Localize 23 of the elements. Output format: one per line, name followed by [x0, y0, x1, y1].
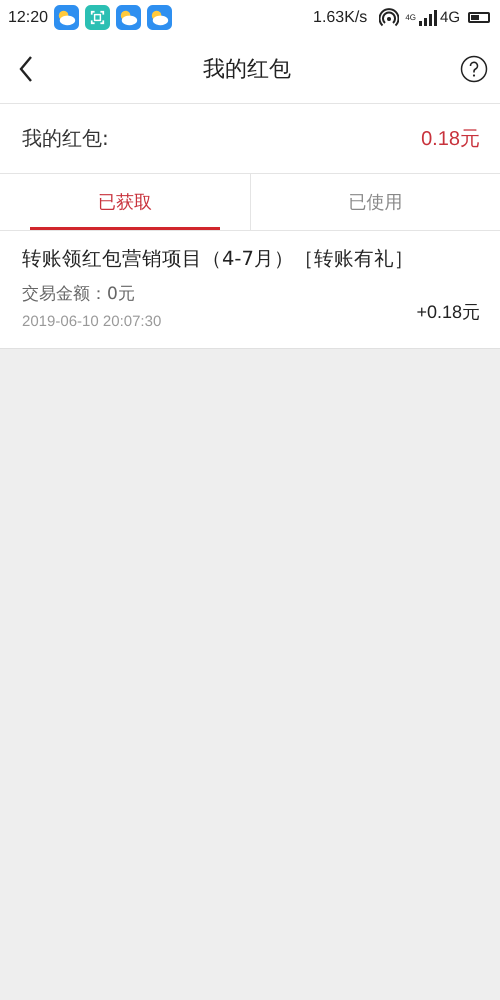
record-card[interactable]: 转账领红包营销项目（4-7月）［转账有礼］ 交易金额：0元 2019-06-10 20:07:30 +0.18元: [0, 231, 500, 349]
balance-label: 我的红包:: [22, 125, 109, 152]
record-time: 2019-06-10 20:07:30: [22, 313, 162, 330]
weather-app-icon: [54, 5, 80, 30]
transaction-amount: 交易金额：0元: [22, 283, 136, 305]
tab[interactable]: 已获取: [30, 174, 220, 230]
help-icon[interactable]: [460, 55, 488, 83]
record-title: 转账领红包营销项目（4-7月）［转账有礼］: [22, 246, 415, 272]
page-title: 我的红包: [203, 56, 291, 84]
status-time: 12:20: [8, 8, 48, 26]
balance-amount: 0.18元: [421, 127, 480, 152]
record-amount: +0.18元: [416, 301, 480, 324]
hotspot-icon: [379, 8, 400, 28]
network-type: 4G: [405, 13, 416, 22]
weather-app-icon: [116, 5, 142, 30]
scan-app-icon: [85, 5, 110, 30]
network-speed: 1.63K/s: [313, 8, 368, 26]
weather-app-icon: [147, 5, 172, 30]
battery-icon: [468, 12, 490, 23]
tab[interactable]: 已使用: [250, 174, 500, 230]
signal-icon: [418, 10, 437, 26]
back-icon[interactable]: [18, 55, 34, 83]
network-type: 4G: [440, 9, 460, 26]
